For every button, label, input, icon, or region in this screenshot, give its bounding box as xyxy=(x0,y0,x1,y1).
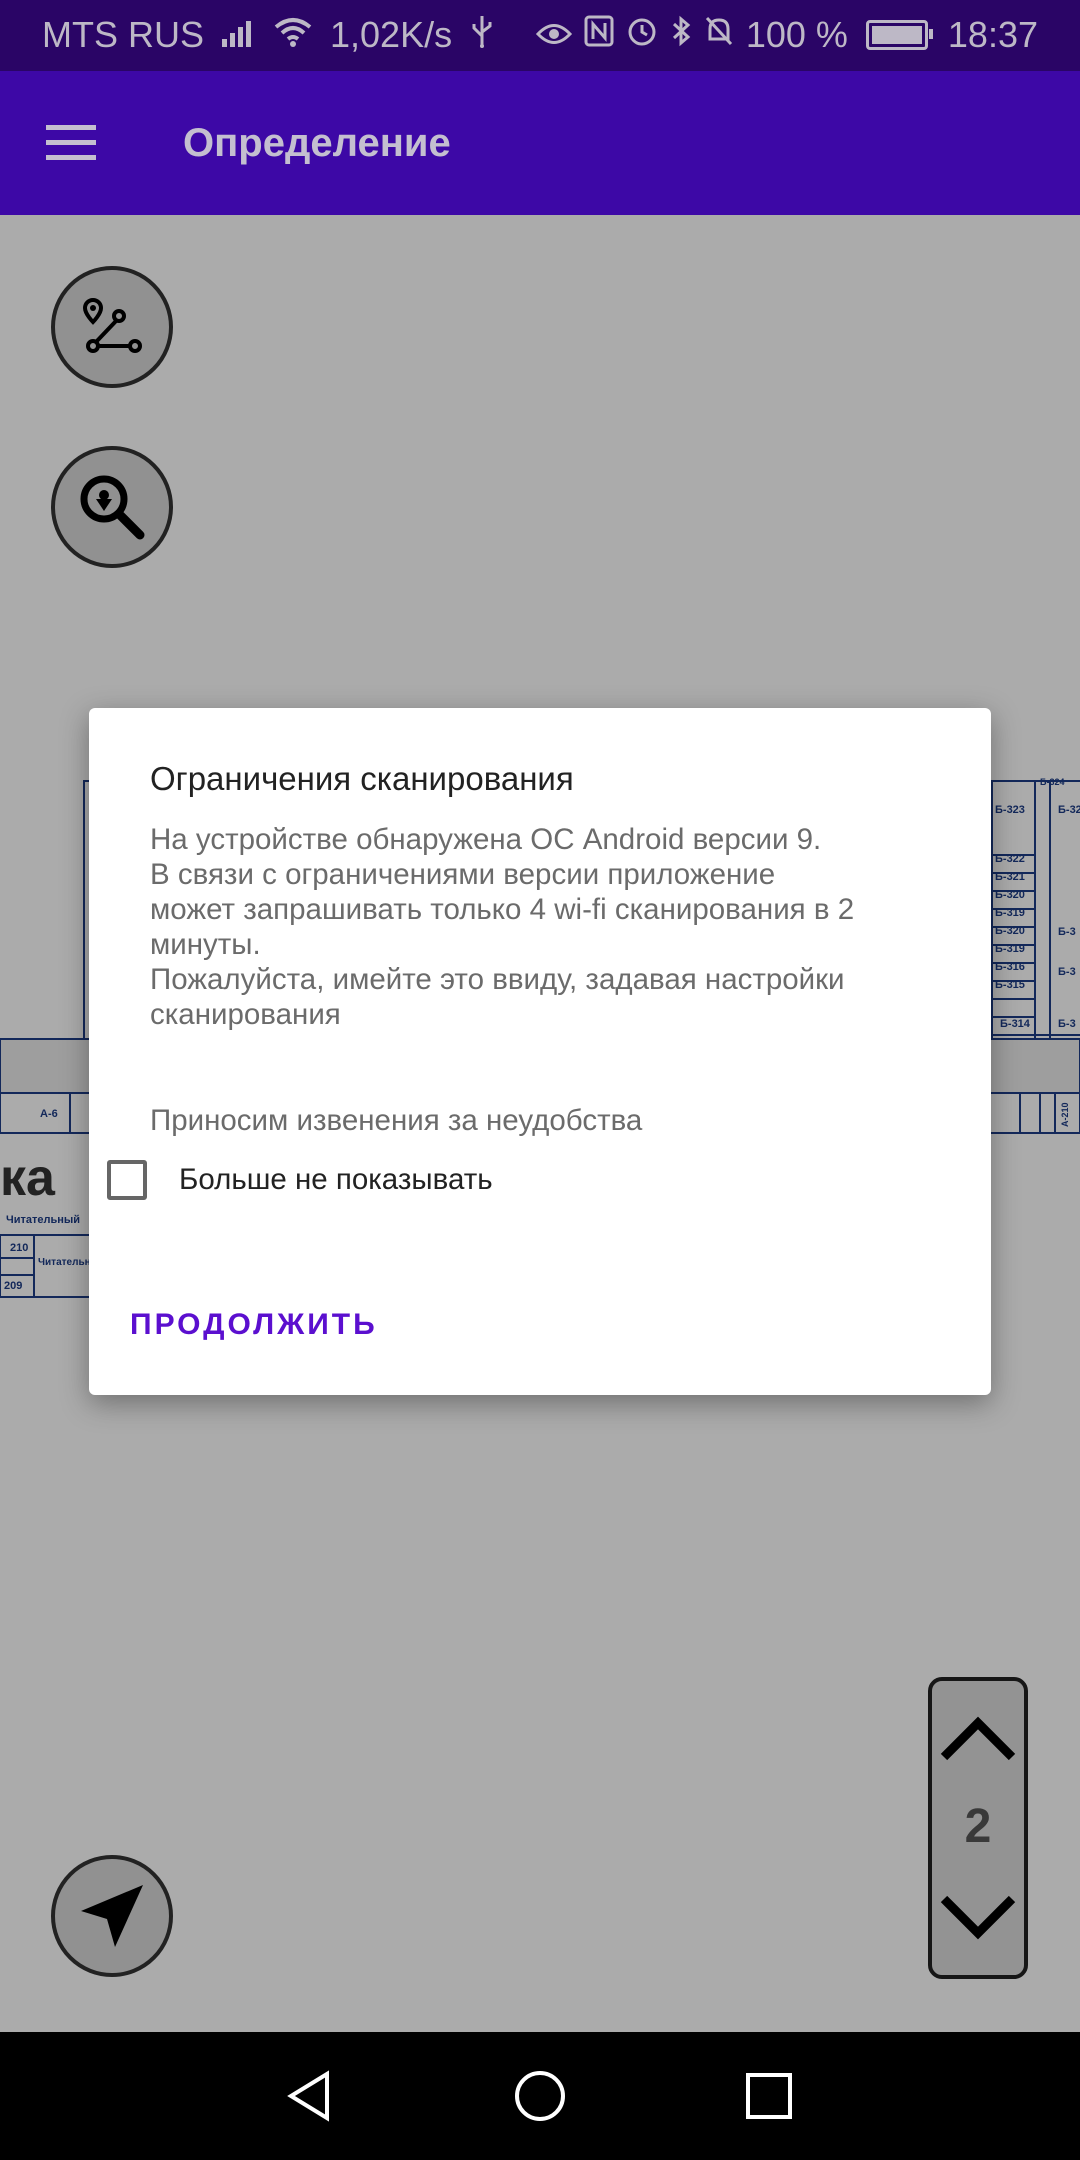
dialog-message: На устройстве обнаружена ОС Android верс… xyxy=(150,822,950,1032)
dont-show-again-checkbox[interactable] xyxy=(107,1160,147,1200)
nav-home-button[interactable] xyxy=(510,2066,570,2126)
dialog-title: Ограничения сканирования xyxy=(150,760,574,797)
status-bar: MTS RUS 1,02K/s 100 % 18:37 xyxy=(0,0,1080,71)
clock: 18:37 xyxy=(947,14,1038,55)
system-nav-bar xyxy=(0,2032,1080,2160)
app-bar: Определение xyxy=(0,71,1080,215)
menu-icon[interactable] xyxy=(46,125,96,161)
dialog-message-line: На устройстве обнаружена ОС Android верс… xyxy=(150,823,822,856)
bluetooth-icon xyxy=(670,14,692,56)
mute-icon xyxy=(704,14,734,56)
nav-recents-icon xyxy=(746,2073,792,2119)
dont-show-again-label[interactable]: Больше не показывать xyxy=(179,1163,493,1197)
carrier-name: MTS RUS xyxy=(42,14,204,55)
dialog-message-line: может запрашивать только 4 wi-fi сканиро… xyxy=(150,893,855,926)
dialog-message-line: сканирования xyxy=(150,998,341,1031)
dialog-apology: Приносим извенения за неудобства xyxy=(150,1104,643,1137)
status-right: 100 % 18:37 xyxy=(535,14,1038,56)
alarm-icon xyxy=(626,14,658,56)
network-speed: 1,02K/s xyxy=(330,14,453,55)
dialog-message-line: В связи с ограничениями версии приложени… xyxy=(150,858,776,891)
dont-show-again-row[interactable]: Больше не показывать xyxy=(107,1160,493,1200)
nfc-icon xyxy=(584,14,614,56)
nav-recents-button[interactable] xyxy=(739,2066,799,2126)
dialog-message-line: Пожалуйста, имейте это ввиду, задавая на… xyxy=(150,963,845,996)
eye-icon xyxy=(535,14,572,56)
status-left: MTS RUS 1,02K/s xyxy=(42,14,494,56)
wifi-icon xyxy=(274,14,312,56)
nav-back-icon xyxy=(287,2070,329,2122)
scan-limits-dialog: Ограничения сканирования На устройстве о… xyxy=(89,708,991,1395)
nav-home-icon xyxy=(515,2071,565,2121)
battery-percent: 100 % xyxy=(745,14,848,55)
usb-icon xyxy=(470,14,494,56)
dialog-message-line: минуты. xyxy=(150,928,261,961)
continue-button[interactable]: ПРОДОЛЖИТЬ xyxy=(130,1308,378,1342)
nav-back-button[interactable] xyxy=(279,2066,339,2126)
signal-icon xyxy=(222,14,256,56)
battery-icon xyxy=(865,20,933,50)
page-title: Определение xyxy=(183,121,451,165)
